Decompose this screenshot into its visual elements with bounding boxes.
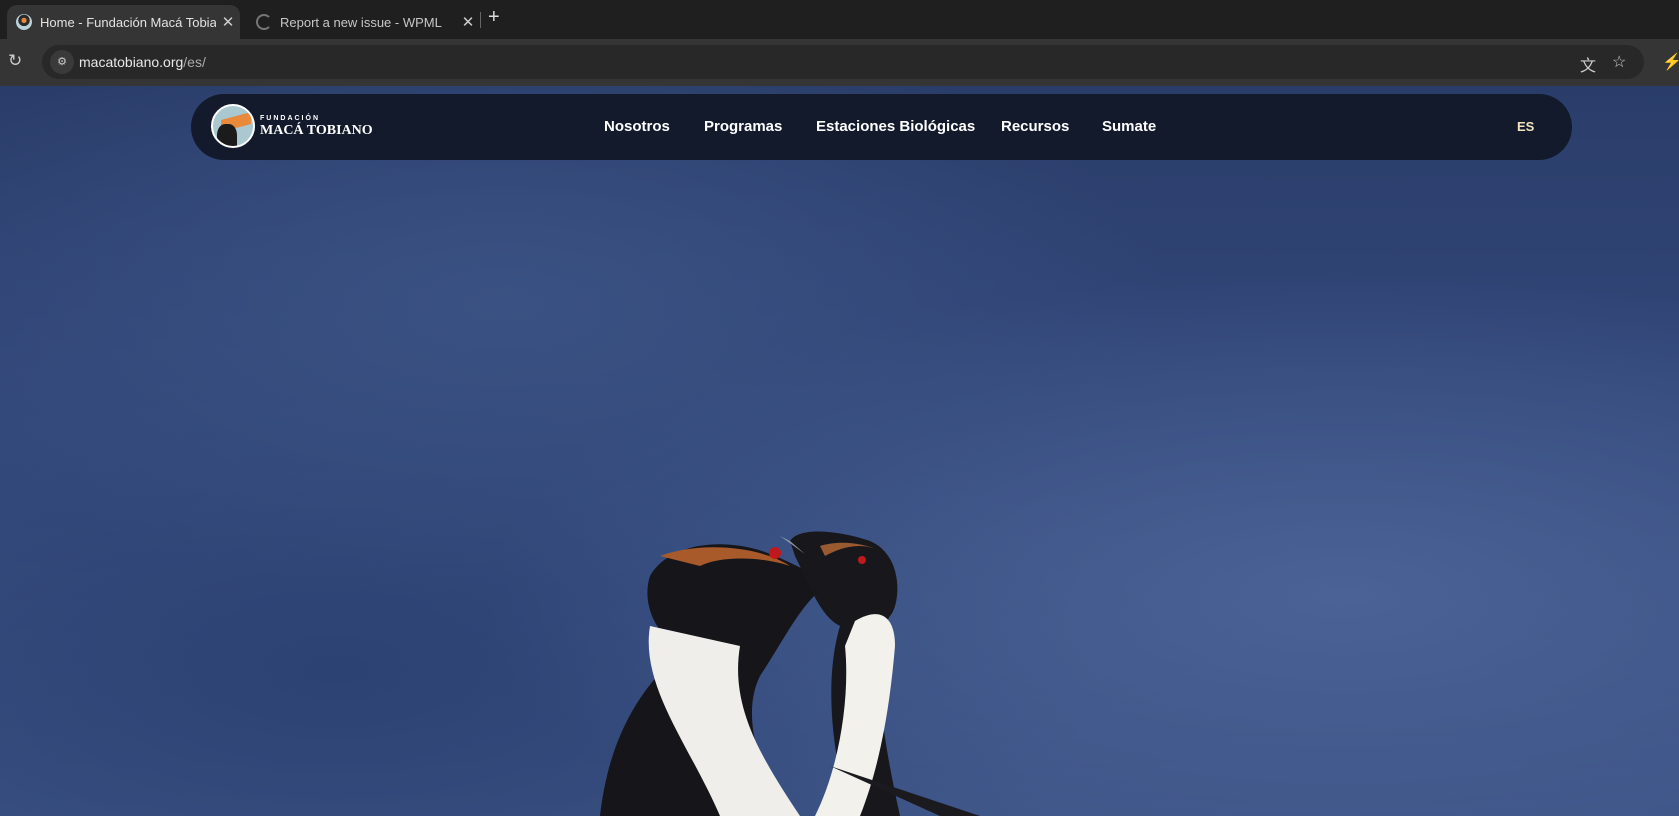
nav-recursos[interactable]: Recursos: [1001, 118, 1069, 135]
tab-title: Home - Fundación Macá Tobiano: [40, 14, 216, 30]
tab-strip: Home - Fundación Macá Tobiano ✕ Report a…: [0, 0, 1679, 39]
translate-icon[interactable]: 文: [1580, 52, 1596, 76]
tab-home[interactable]: Home - Fundación Macá Tobiano ✕: [7, 5, 240, 39]
tab-separator: [480, 12, 481, 28]
nav-nosotros[interactable]: Nosotros: [604, 118, 670, 135]
grebe-logo-icon: [211, 104, 255, 148]
reload-icon[interactable]: ↻: [8, 51, 22, 71]
tab-title: Report a new issue - WPML: [280, 14, 442, 30]
browser-toolbar: ↻ ⚙ macatobiano.org/es/ 文 ☆ ⚡: [0, 39, 1679, 86]
url-text[interactable]: macatobiano.org/es/: [79, 54, 206, 70]
close-tab-icon[interactable]: ✕: [456, 13, 480, 31]
site-favicon-icon: [16, 14, 32, 30]
loading-favicon-icon: [256, 14, 272, 30]
logo-line1: FUNDACIÓN: [260, 114, 320, 122]
bookmark-star-icon[interactable]: ☆: [1612, 52, 1626, 72]
logo-line2: MACÁ TOBIANO: [260, 122, 373, 138]
new-tab-button[interactable]: +: [488, 6, 500, 29]
site-logo[interactable]: FUNDACIÓN MACÁ TOBIANO: [211, 104, 373, 148]
close-tab-icon[interactable]: ✕: [216, 13, 240, 31]
nav-sumate[interactable]: Sumate: [1102, 118, 1156, 135]
hero-section: FUNDACIÓN MACÁ TOBIANO Nosotros Programa…: [0, 86, 1679, 816]
site-navbar: FUNDACIÓN MACÁ TOBIANO Nosotros Programa…: [191, 94, 1572, 160]
nav-estaciones-biologicas[interactable]: Estaciones Biológicas: [816, 118, 975, 135]
address-bar[interactable]: ⚙ macatobiano.org/es/ 文 ☆: [42, 45, 1644, 79]
extension-icon[interactable]: ⚡: [1662, 52, 1679, 72]
tab-wpml[interactable]: Report a new issue - WPML ✕: [250, 5, 480, 39]
language-switcher[interactable]: ES: [1517, 119, 1534, 134]
nav-programas[interactable]: Programas: [704, 118, 782, 135]
site-settings-icon[interactable]: ⚙: [50, 50, 74, 74]
grebes-hero-image: [600, 531, 980, 816]
